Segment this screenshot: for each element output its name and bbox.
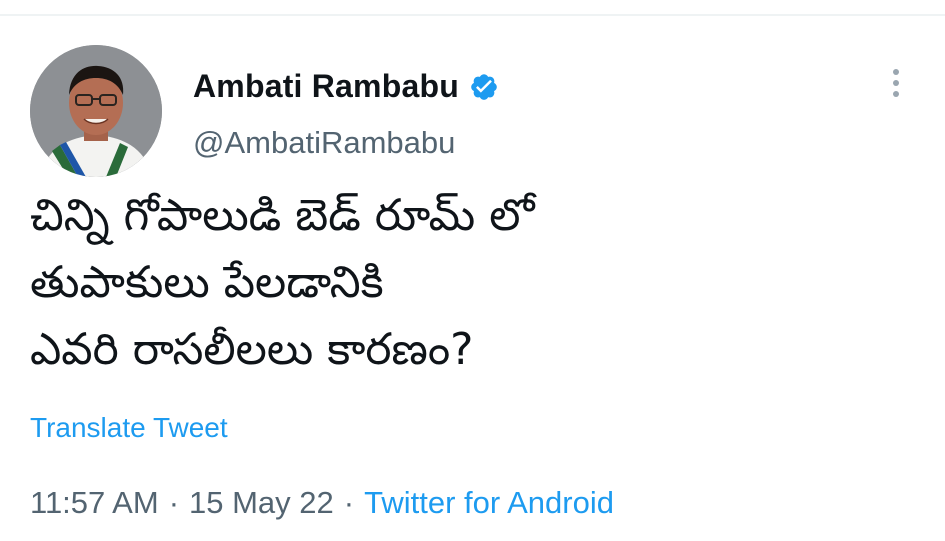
more-vertical-icon[interactable] — [884, 66, 908, 106]
tweet-text: చిన్ని గోపాలుడి బెడ్ రూమ్ లో తుపాకులు పే… — [30, 182, 910, 383]
tweet-text-line: ఎవరి రాసలీలలు కారణం? — [30, 324, 474, 375]
author-name-row[interactable]: Ambati Rambabu — [193, 66, 499, 106]
author-display-name[interactable]: Ambati Rambabu — [193, 66, 459, 106]
tweet-meta: 11:57 AM · 15 May 22 · Twitter for Android — [30, 483, 614, 523]
author-handle[interactable]: @AmbatiRambabu — [193, 124, 455, 162]
meta-separator: · — [343, 485, 355, 520]
tweet-text-line: చిన్ని గోపాలుడి బెడ్ రూమ్ లో — [30, 190, 535, 241]
meta-separator: · — [168, 485, 180, 520]
tweet-text-line: తుపాకులు పేలడానికి — [30, 257, 384, 308]
tweet-source-link[interactable]: Twitter for Android — [364, 485, 614, 520]
translate-tweet-link[interactable]: Translate Tweet — [30, 410, 228, 446]
tweet-time[interactable]: 11:57 AM — [30, 485, 159, 520]
tweet-date[interactable]: 15 May 22 — [189, 485, 334, 520]
avatar-photo-icon — [30, 45, 162, 177]
verified-badge-icon — [469, 71, 499, 101]
top-divider — [0, 14, 945, 16]
avatar[interactable] — [30, 45, 162, 177]
